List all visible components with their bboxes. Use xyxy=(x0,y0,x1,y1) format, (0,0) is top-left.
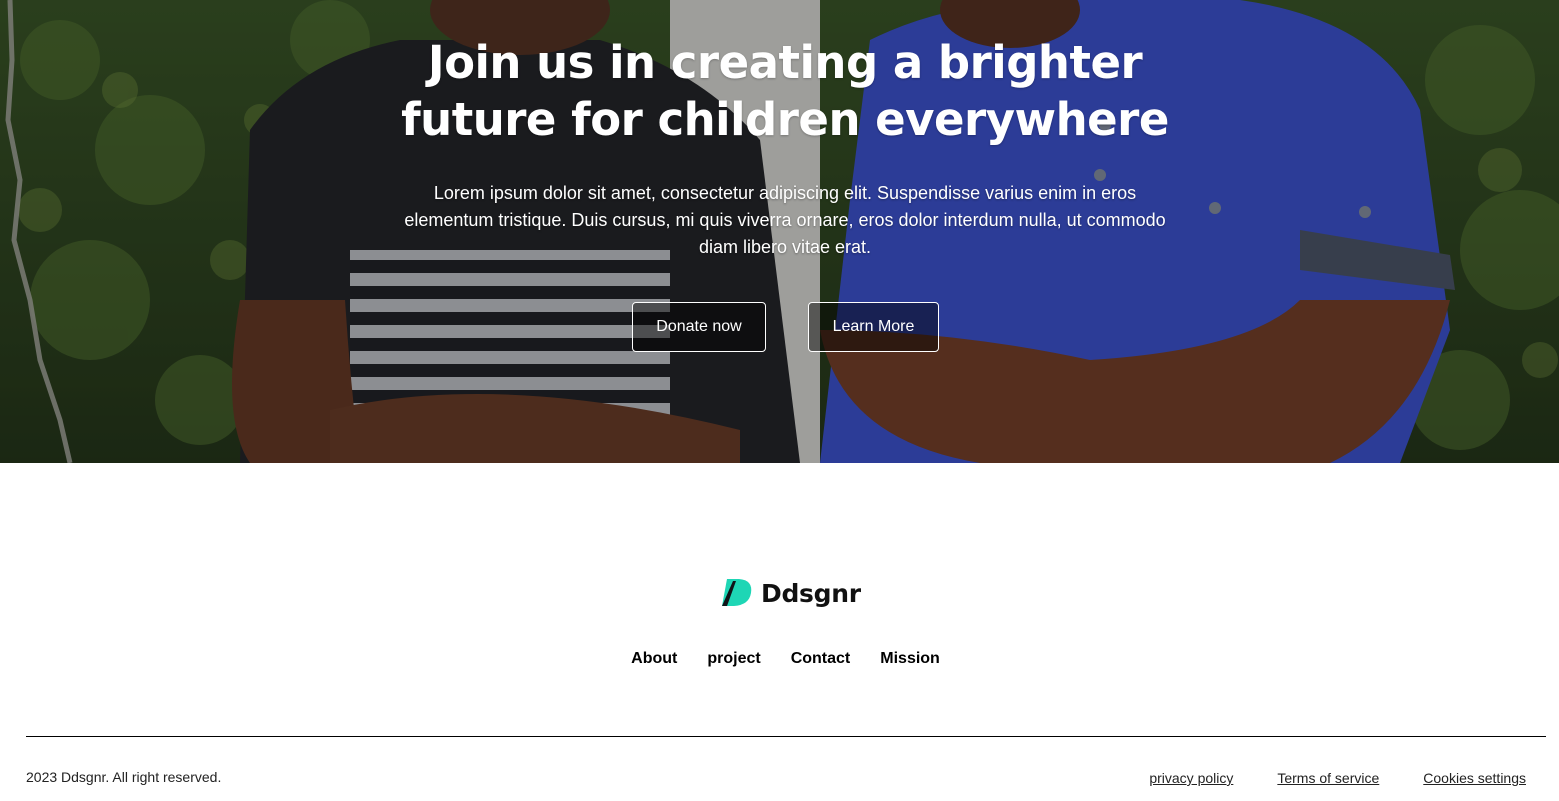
footer-link-contact[interactable]: Contact xyxy=(791,650,851,668)
brand-logo[interactable]: Ddsgnr xyxy=(719,576,861,610)
legal-links: privacy policy Terms of service Cookies … xyxy=(1149,770,1526,786)
copyright-text: 2023 Ddsgnr. All right reserved. xyxy=(26,769,222,785)
cookies-settings-link[interactable]: Cookies settings xyxy=(1423,770,1526,786)
footer-link-mission[interactable]: Mission xyxy=(880,650,940,668)
hero-title: Join us in creating a brighter future fo… xyxy=(401,36,1169,146)
footer-link-about[interactable]: About xyxy=(631,650,677,668)
footer-link-project[interactable]: project xyxy=(707,650,760,668)
donate-now-button[interactable]: Donate now xyxy=(632,302,766,352)
footer-nav: About project Contact Mission xyxy=(0,650,1559,668)
privacy-policy-link[interactable]: privacy policy xyxy=(1149,770,1233,786)
brand-name: Ddsgnr xyxy=(761,578,861,608)
learn-more-button[interactable]: Learn More xyxy=(808,302,939,352)
footer-divider xyxy=(26,736,1546,737)
terms-of-service-link[interactable]: Terms of service xyxy=(1277,770,1379,786)
hero-section: Join us in creating a brighter future fo… xyxy=(0,0,1559,463)
ddsgnr-logo-icon xyxy=(722,579,752,606)
hero-description: Lorem ipsum dolor sit amet, consectetur … xyxy=(404,183,1166,257)
